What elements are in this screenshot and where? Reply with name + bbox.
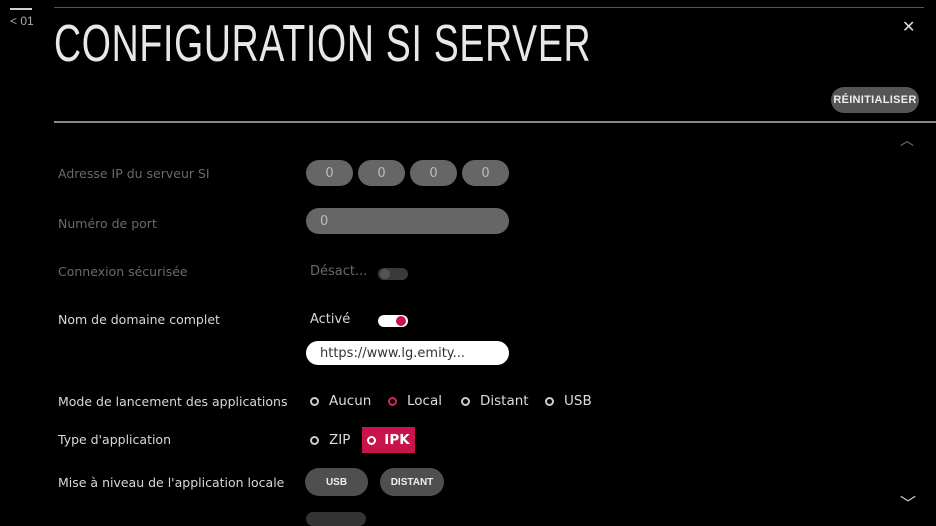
fqdn-state: Activé <box>310 312 351 327</box>
radio-label: Aucun <box>329 393 372 409</box>
fqdn-url-input[interactable]: https://www.lg.emity... <box>306 341 509 365</box>
toggle-knob <box>380 269 390 279</box>
ip-octet-3[interactable]: 0 <box>410 160 457 186</box>
secure-connection-toggle[interactable] <box>378 268 408 280</box>
top-divider <box>54 7 924 8</box>
radio-icon <box>545 396 554 406</box>
scroll-up-icon[interactable]: ︿ <box>900 130 914 150</box>
port-input[interactable]: 0 <box>306 208 509 234</box>
upgrade-distant-button[interactable]: DISTANT <box>380 468 444 496</box>
radio-icon <box>461 396 470 406</box>
back-label: < 01 <box>10 14 34 28</box>
ip-octet-2[interactable]: 0 <box>358 160 405 186</box>
radio-label: ZIP <box>329 432 351 448</box>
launch-mode-option-local[interactable]: Local <box>388 393 442 409</box>
ip-address-label: Adresse IP du serveur SI <box>58 166 210 181</box>
radio-label: IPK <box>384 432 410 448</box>
launch-mode-option-distant[interactable]: Distant <box>461 393 529 409</box>
radio-label: USB <box>564 393 592 409</box>
upgrade-label: Mise à niveau de l'application locale <box>58 475 285 490</box>
app-type-option-ipk[interactable]: IPK <box>362 427 415 453</box>
fqdn-label: Nom de domaine complet <box>58 312 220 327</box>
back-button[interactable]: < 01 <box>10 8 34 28</box>
upgrade-usb-button[interactable]: USB <box>305 468 368 496</box>
reset-button[interactable]: RÉINITIALISER <box>831 87 919 113</box>
back-indicator-bar <box>10 8 32 10</box>
radio-icon <box>310 435 319 445</box>
scroll-down-icon[interactable]: ﹀ <box>900 490 916 514</box>
radio-label: Local <box>407 393 442 409</box>
radio-selected-icon <box>388 396 397 406</box>
next-row-control[interactable] <box>306 512 366 526</box>
secure-connection-label: Connexion sécurisée <box>58 264 188 279</box>
ip-octet-1[interactable]: 0 <box>306 160 353 186</box>
radio-label: Distant <box>480 393 529 409</box>
launch-mode-label: Mode de lancement des applications <box>58 394 288 409</box>
page-title: CONFIGURATION SI SERVER <box>54 15 592 73</box>
launch-mode-option-usb[interactable]: USB <box>545 393 592 409</box>
radio-icon <box>310 396 319 406</box>
header-divider <box>54 121 936 123</box>
port-label: Numéro de port <box>58 216 157 231</box>
secure-connection-state: Désact... <box>310 264 368 279</box>
launch-mode-option-aucun[interactable]: Aucun <box>310 393 371 409</box>
ip-octet-4[interactable]: 0 <box>462 160 509 186</box>
fqdn-toggle[interactable] <box>378 315 408 327</box>
app-type-option-zip[interactable]: ZIP <box>310 432 350 448</box>
close-icon[interactable]: ✕ <box>902 17 915 36</box>
toggle-knob <box>396 316 406 326</box>
radio-selected-icon <box>367 435 377 445</box>
app-type-label: Type d'application <box>58 432 172 447</box>
